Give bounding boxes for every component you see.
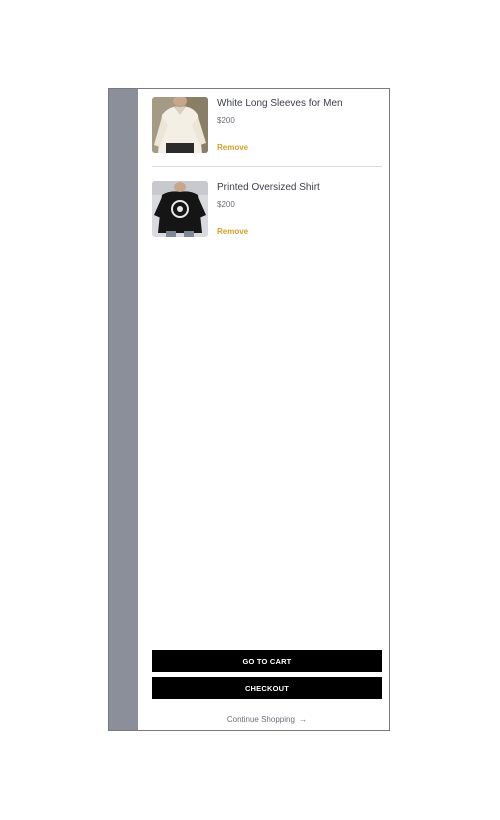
cart-window: White Long Sleeves for Men $200 Remove P… — [108, 88, 390, 731]
product-image-white-long-sleeves[interactable] — [152, 97, 208, 153]
checkout-button[interactable]: CHECKOUT — [152, 677, 382, 699]
product-name[interactable]: White Long Sleeves for Men — [217, 98, 343, 109]
backdrop-overlay[interactable] — [109, 89, 138, 730]
product-image-printed-oversized-shirt[interactable] — [152, 181, 208, 237]
item-divider — [152, 166, 382, 167]
cart-item: White Long Sleeves for Men $200 Remove — [152, 97, 382, 153]
cart-item: Printed Oversized Shirt $200 Remove — [152, 181, 382, 237]
product-price: $200 — [217, 116, 235, 125]
remove-button[interactable]: Remove — [217, 143, 248, 152]
product-name[interactable]: Printed Oversized Shirt — [217, 182, 320, 193]
go-to-cart-button[interactable]: GO TO CART — [152, 650, 382, 672]
continue-shopping-link[interactable]: Continue Shopping → — [152, 715, 382, 724]
continue-shopping-label: Continue Shopping — [226, 715, 295, 724]
product-price: $200 — [217, 200, 235, 209]
remove-button[interactable]: Remove — [217, 227, 248, 236]
cart-drawer: White Long Sleeves for Men $200 Remove P… — [138, 89, 389, 730]
arrow-right-icon: → — [299, 715, 308, 724]
